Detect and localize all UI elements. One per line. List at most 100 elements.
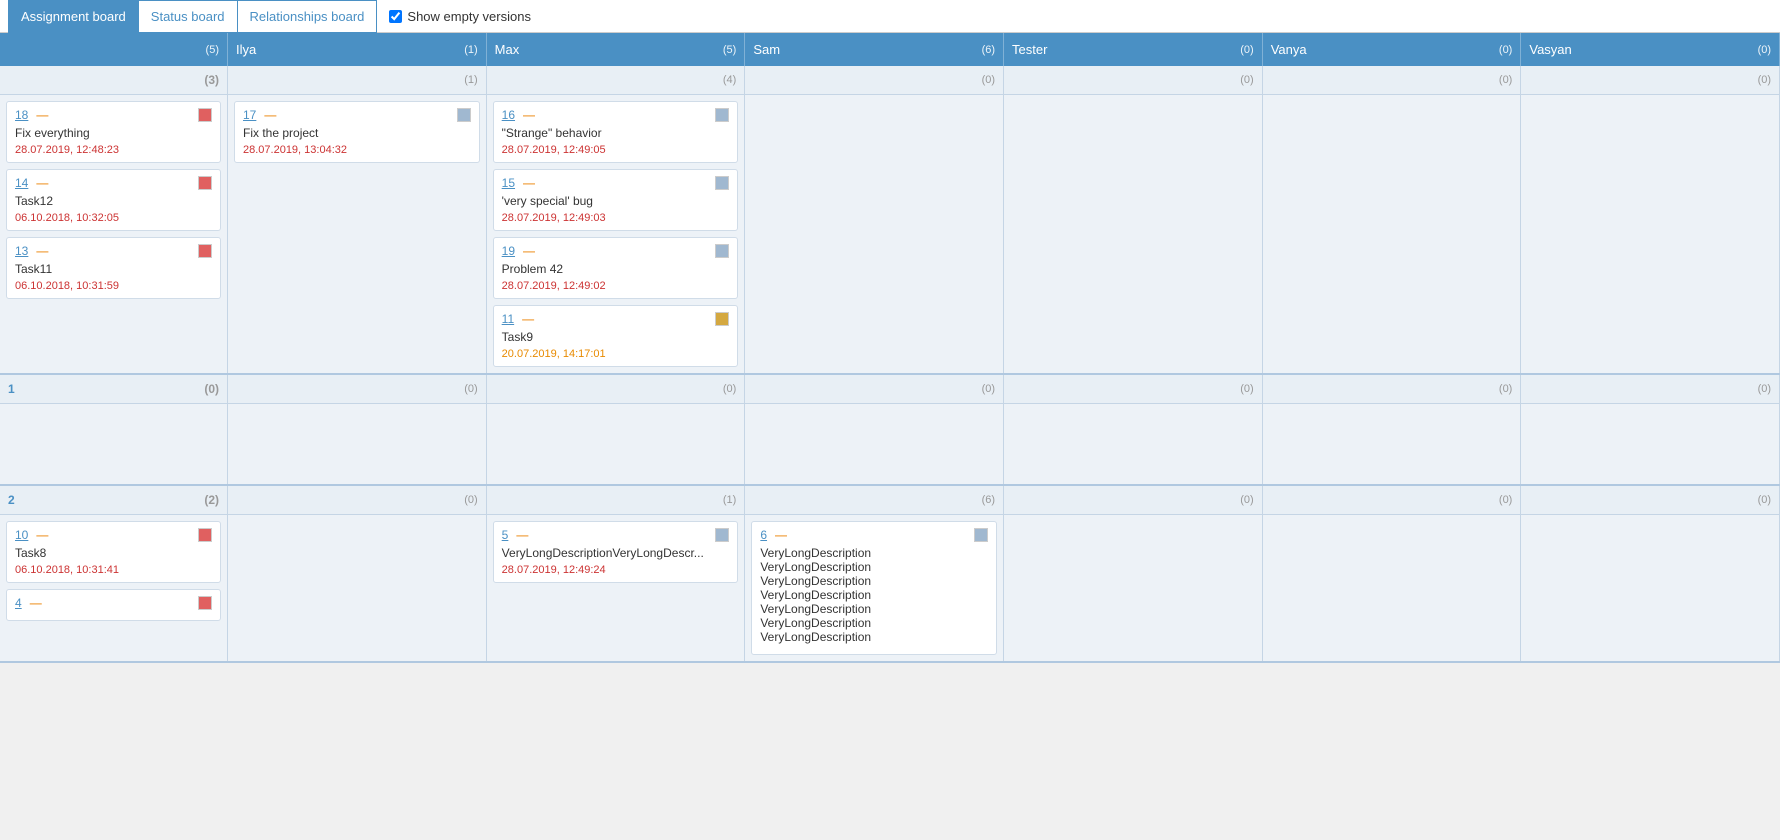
version-cell-count: (0) (723, 383, 736, 395)
card-id[interactable]: 18 (15, 108, 28, 122)
card-top: 4— (15, 596, 212, 610)
version-section-none: (3)(1)(4)(0)(0)(0)(0)18—Fix everything28… (0, 66, 1780, 375)
version-section-2: 2(2)(0)(1)(6)(0)(0)(0)10—Task806.10.2018… (0, 486, 1780, 663)
card-date: 06.10.2018, 10:32:05 (15, 212, 212, 224)
card-color-indicator (198, 596, 212, 610)
card-color-indicator (198, 176, 212, 190)
tab-relationships[interactable]: Relationships board (238, 0, 378, 33)
version-cell-header-none-1: (1) (228, 66, 487, 94)
task-card[interactable]: 17—Fix the project28.07.2019, 13:04:32 (234, 101, 480, 163)
card-id[interactable]: 15 (502, 176, 515, 190)
version-cell-header-none-6: (0) (1521, 66, 1780, 94)
task-card[interactable]: 5—VeryLongDescriptionVeryLongDescr...28.… (493, 521, 739, 583)
task-card[interactable]: 10—Task806.10.2018, 10:31:41 (6, 521, 221, 583)
card-title: Task12 (15, 194, 212, 208)
task-card[interactable]: 18—Fix everything28.07.2019, 12:48:23 (6, 101, 221, 163)
version-cell-header-none-3: (0) (745, 66, 1004, 94)
card-id[interactable]: 11 (502, 312, 514, 326)
cards-cell-2-5 (1263, 515, 1522, 661)
col-header-ilya: Ilya (1) (228, 33, 487, 66)
col-header-vanya-label: Vanya (1271, 42, 1307, 57)
col-header-tester-count: (0) (1240, 44, 1253, 56)
cards-cell-1-5 (1263, 404, 1522, 484)
version-cell-header-2-3: (6) (745, 486, 1004, 514)
task-card[interactable]: 11—Task920.07.2019, 14:17:01 (493, 305, 739, 367)
card-id[interactable]: 6 (760, 528, 767, 542)
version-label[interactable]: 2 (8, 493, 15, 507)
card-dash-icon: — (32, 528, 48, 542)
card-dash-icon: — (519, 176, 535, 190)
show-empty-toggle[interactable]: Show empty versions (389, 9, 531, 24)
card-color-indicator (974, 528, 988, 542)
version-cell-count: (1) (723, 494, 736, 506)
board-body: (3)(1)(4)(0)(0)(0)(0)18—Fix everything28… (0, 66, 1780, 840)
col-header-tester: Tester (0) (1004, 33, 1263, 66)
cards-cell-1-4 (1004, 404, 1263, 484)
version-header-row-none: (3)(1)(4)(0)(0)(0)(0) (0, 66, 1780, 95)
show-empty-checkbox[interactable] (389, 10, 402, 23)
version-cell-count: (0) (982, 74, 995, 86)
version-cell-header-1-6: (0) (1521, 375, 1780, 403)
version-cell-header-2-6: (0) (1521, 486, 1780, 514)
card-date: 20.07.2019, 14:17:01 (502, 348, 730, 360)
version-cell-header-none-0: (3) (0, 66, 228, 94)
card-id[interactable]: 10 (15, 528, 28, 542)
card-date: 28.07.2019, 12:49:02 (502, 280, 730, 292)
col-header-ilya-count: (1) (464, 44, 477, 56)
card-color-indicator (715, 244, 729, 258)
cards-cell-none-3 (745, 95, 1004, 373)
tab-status[interactable]: Status board (138, 0, 238, 33)
version-cell-count: (0) (1240, 383, 1253, 395)
card-date: 06.10.2018, 10:31:59 (15, 280, 212, 292)
task-card[interactable]: 15—'very special' bug28.07.2019, 12:49:0… (493, 169, 739, 231)
version-cell-count: (0) (982, 383, 995, 395)
version-cell-header-1-2: (0) (487, 375, 746, 403)
task-card[interactable]: 13—Task1106.10.2018, 10:31:59 (6, 237, 221, 299)
col-header-vasyan-label: Vasyan (1529, 42, 1571, 57)
task-card[interactable]: 19—Problem 4228.07.2019, 12:49:02 (493, 237, 739, 299)
cards-cell-none-6 (1521, 95, 1780, 373)
task-card[interactable]: 6—VeryLongDescription VeryLongDescriptio… (751, 521, 997, 655)
version-cell-header-2-0: 2(2) (0, 486, 228, 514)
task-card[interactable]: 4— (6, 589, 221, 621)
cards-cell-none-0: 18—Fix everything28.07.2019, 12:48:2314—… (0, 95, 228, 373)
version-cell-header-1-1: (0) (228, 375, 487, 403)
version-cell-count: (4) (723, 74, 736, 86)
cards-cell-none-5 (1263, 95, 1522, 373)
card-id[interactable]: 14 (15, 176, 28, 190)
version-cell-header-2-5: (0) (1263, 486, 1522, 514)
task-card[interactable]: 16—"Strange" behavior28.07.2019, 12:49:0… (493, 101, 739, 163)
card-top: 5— (502, 528, 730, 542)
version-cell-count: (0) (1758, 74, 1771, 86)
version-header-row-1: 1(0)(0)(0)(0)(0)(0)(0) (0, 375, 1780, 404)
card-dash-icon: — (518, 312, 534, 326)
card-title: Task8 (15, 546, 212, 560)
col-header-max-count: (5) (723, 44, 736, 56)
tab-assignment[interactable]: Assignment board (8, 0, 138, 33)
card-top: 11 — (502, 312, 730, 326)
card-title: Problem 42 (502, 262, 730, 276)
card-id[interactable]: 4 (15, 596, 22, 610)
card-id[interactable]: 5 (502, 528, 509, 542)
version-cell-header-none-2: (4) (487, 66, 746, 94)
card-id[interactable]: 17 (243, 108, 256, 122)
col-header-max: Max (5) (487, 33, 746, 66)
task-card[interactable]: 14—Task1206.10.2018, 10:32:05 (6, 169, 221, 231)
version-label[interactable]: 1 (8, 382, 15, 396)
cards-row-1 (0, 404, 1780, 486)
col-header-ilya-label: Ilya (236, 42, 256, 57)
cards-row-2: 10—Task806.10.2018, 10:31:414—5—VeryLong… (0, 515, 1780, 663)
cards-cell-2-0: 10—Task806.10.2018, 10:31:414— (0, 515, 228, 661)
col-header-sam-label: Sam (753, 42, 780, 57)
card-id[interactable]: 19 (502, 244, 515, 258)
card-id[interactable]: 13 (15, 244, 28, 258)
card-dash-icon: — (771, 528, 787, 542)
card-color-indicator (198, 528, 212, 542)
cards-cell-none-1: 17—Fix the project28.07.2019, 13:04:32 (228, 95, 487, 373)
card-id[interactable]: 16 (502, 108, 515, 122)
version-section-1: 1(0)(0)(0)(0)(0)(0)(0) (0, 375, 1780, 486)
version-cell-count: (0) (464, 383, 477, 395)
card-top: 6— (760, 528, 988, 542)
cards-cell-2-1 (228, 515, 487, 661)
version-cell-count: (0) (1499, 74, 1512, 86)
